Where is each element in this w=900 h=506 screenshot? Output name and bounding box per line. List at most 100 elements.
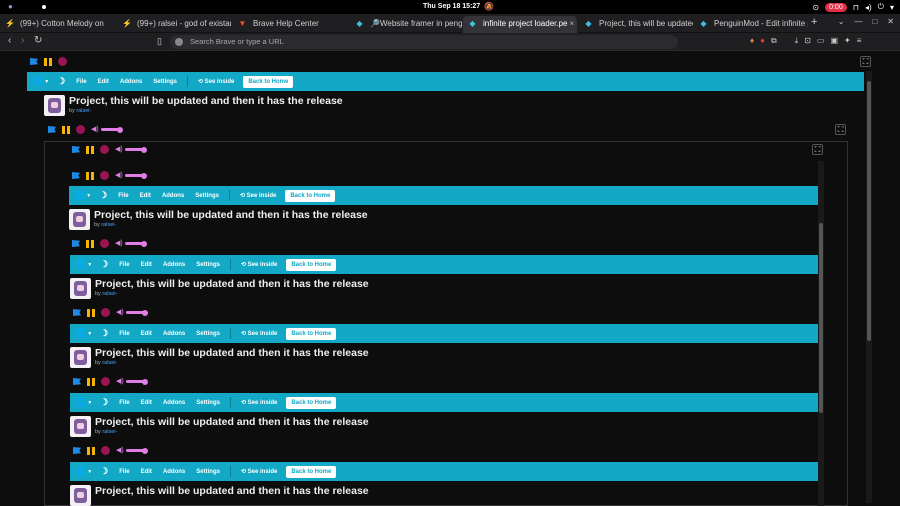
pause-icon[interactable] <box>87 308 95 317</box>
brave-rewards-icon[interactable]: ● <box>760 36 765 46</box>
see-inside-button[interactable]: ⟲ See inside <box>198 78 234 85</box>
menu-addons[interactable]: Addons <box>120 79 142 85</box>
menu-addons[interactable]: Addons <box>163 469 185 475</box>
reload-icon[interactable]: ↻ <box>34 35 42 46</box>
menu-settings[interactable]: Settings <box>196 469 220 475</box>
bookmark-icon[interactable]: ▯ <box>157 36 162 47</box>
green-flag-icon[interactable] <box>72 172 80 179</box>
downloads-icon[interactable]: ⤓ <box>795 36 799 46</box>
volume-slider[interactable]: ◀) <box>116 378 148 385</box>
menu-addons[interactable]: Addons <box>163 262 185 268</box>
green-flag-icon[interactable] <box>72 240 80 247</box>
volume-slider[interactable]: ◀) <box>91 126 123 133</box>
green-flag-icon[interactable] <box>73 447 81 454</box>
menu-file[interactable]: File <box>119 400 129 406</box>
inner-scrollbar[interactable] <box>818 161 824 506</box>
project-thumbnail[interactable] <box>70 347 91 368</box>
menu-edit[interactable]: Edit <box>141 331 152 337</box>
fullscreen-icon[interactable]: ⛶ <box>835 124 846 135</box>
see-inside-button[interactable]: ⟲ See inside <box>241 399 277 406</box>
remote-desktop-icon[interactable]: ⊙ <box>812 3 819 12</box>
menu-settings[interactable]: Settings <box>196 400 220 406</box>
maximize-icon[interactable]: □ <box>872 17 877 26</box>
back-to-home-button[interactable]: Back to Home <box>286 258 337 271</box>
clock[interactable]: Thu Sep 18 15:27 <box>423 3 480 10</box>
see-inside-button[interactable]: ⟲ See inside <box>241 468 277 475</box>
project-thumbnail[interactable] <box>70 278 91 299</box>
menu-file[interactable]: File <box>119 469 129 475</box>
menu-edit[interactable]: Edit <box>140 193 151 199</box>
language-globe-icon[interactable]: 🌐 <box>32 76 43 87</box>
menu-file[interactable]: File <box>76 79 86 85</box>
back-icon[interactable]: ‹ <box>8 35 11 46</box>
stop-icon[interactable] <box>100 239 109 248</box>
green-flag-icon[interactable] <box>72 146 80 153</box>
language-globe-icon[interactable]: 🌐 <box>75 259 86 270</box>
see-inside-button[interactable]: ⟲ See inside <box>241 330 277 337</box>
stop-icon[interactable] <box>101 308 110 317</box>
leo-ai-icon[interactable]: ✦ <box>844 36 851 46</box>
author-link[interactable]: ralsei- <box>76 108 91 114</box>
chevron-down-icon[interactable]: ▼ <box>86 193 91 199</box>
stop-icon[interactable] <box>76 125 85 134</box>
green-flag-icon[interactable] <box>30 58 38 65</box>
theme-moon-icon[interactable]: ☽ <box>100 259 108 270</box>
back-to-home-button[interactable]: Back to Home <box>286 396 337 409</box>
author-link[interactable]: ralsei- <box>101 222 116 228</box>
volume-slider[interactable]: ◀) <box>115 240 147 247</box>
stop-icon[interactable] <box>101 446 110 455</box>
language-globe-icon[interactable]: 🌐 <box>75 328 86 339</box>
tab-website-framer[interactable]: ◆ 🔎Website framer in pengui <box>350 16 462 33</box>
new-tab-button[interactable]: + <box>811 16 817 28</box>
author-link[interactable]: ralsei- <box>102 360 117 366</box>
green-flag-icon[interactable] <box>73 378 81 385</box>
menu-settings[interactable]: Settings <box>195 193 219 199</box>
wallet-icon[interactable]: ▣ <box>830 36 838 46</box>
pause-icon[interactable] <box>86 145 94 154</box>
activities-icon[interactable]: ● <box>8 3 13 11</box>
outer-scrollbar[interactable] <box>866 71 872 503</box>
theme-moon-icon[interactable]: ☽ <box>100 466 108 477</box>
chevron-down-icon[interactable]: ▼ <box>87 469 92 475</box>
project-thumbnail[interactable] <box>44 95 65 116</box>
tab-ralsei[interactable]: ⚡ (99+) ralsei - god of existan <box>117 16 231 33</box>
menu-addons[interactable]: Addons <box>162 193 184 199</box>
language-globe-icon[interactable]: 🌐 <box>75 397 86 408</box>
outer-scrollbar-thumb[interactable] <box>867 81 871 341</box>
chevron-down-icon[interactable]: ▼ <box>87 331 92 337</box>
power-icon[interactable]: ⏻ <box>878 2 884 12</box>
tab-search-icon[interactable]: ⌄ <box>838 17 845 26</box>
pause-icon[interactable] <box>44 57 52 66</box>
volume-icon[interactable]: ◂) <box>865 3 872 12</box>
project-thumbnail[interactable] <box>69 209 90 230</box>
language-globe-icon[interactable]: 🌐 <box>75 466 86 477</box>
pause-icon[interactable] <box>86 171 94 180</box>
fullscreen-icon[interactable]: ⛶ <box>812 144 823 155</box>
back-to-home-button[interactable]: Back to Home <box>243 75 294 88</box>
sidebar-icon[interactable]: ▭ <box>817 36 825 46</box>
stop-icon[interactable] <box>58 57 67 66</box>
tab-cotton-melody[interactable]: ⚡ (99+) Cotton Melody on <box>0 16 115 33</box>
see-inside-button[interactable]: ⟲ See inside <box>241 261 277 268</box>
author-link[interactable]: ralsei- <box>102 429 117 435</box>
chevron-down-icon[interactable]: ▼ <box>87 262 92 268</box>
theme-moon-icon[interactable]: ☽ <box>57 76 65 87</box>
workspace-indicator[interactable] <box>42 5 46 9</box>
author-link[interactable]: ralsei- <box>102 291 117 297</box>
address-bar[interactable]: Search Brave or type a URL <box>170 35 678 49</box>
stop-icon[interactable] <box>100 145 109 154</box>
tab-penguinmod-edit[interactable]: ◆ PenguinMod - Edit infinite p <box>694 16 808 33</box>
menu-settings[interactable]: Settings <box>196 262 220 268</box>
volume-slider[interactable]: ◀) <box>115 172 147 179</box>
chevron-down-icon[interactable]: ▼ <box>87 400 92 406</box>
stop-icon[interactable] <box>101 377 110 386</box>
history-icon[interactable]: ⊡ <box>804 36 811 46</box>
project-thumbnail[interactable] <box>70 485 91 506</box>
menu-file[interactable]: File <box>119 262 129 268</box>
stop-icon[interactable] <box>100 171 109 180</box>
tab-project-updated[interactable]: ◆ Project, this will be updated <box>579 16 693 33</box>
menu-edit[interactable]: Edit <box>141 469 152 475</box>
theme-moon-icon[interactable]: ☽ <box>100 328 108 339</box>
chevron-down-icon[interactable]: ▼ <box>44 79 49 85</box>
theme-moon-icon[interactable]: ☽ <box>99 190 107 201</box>
